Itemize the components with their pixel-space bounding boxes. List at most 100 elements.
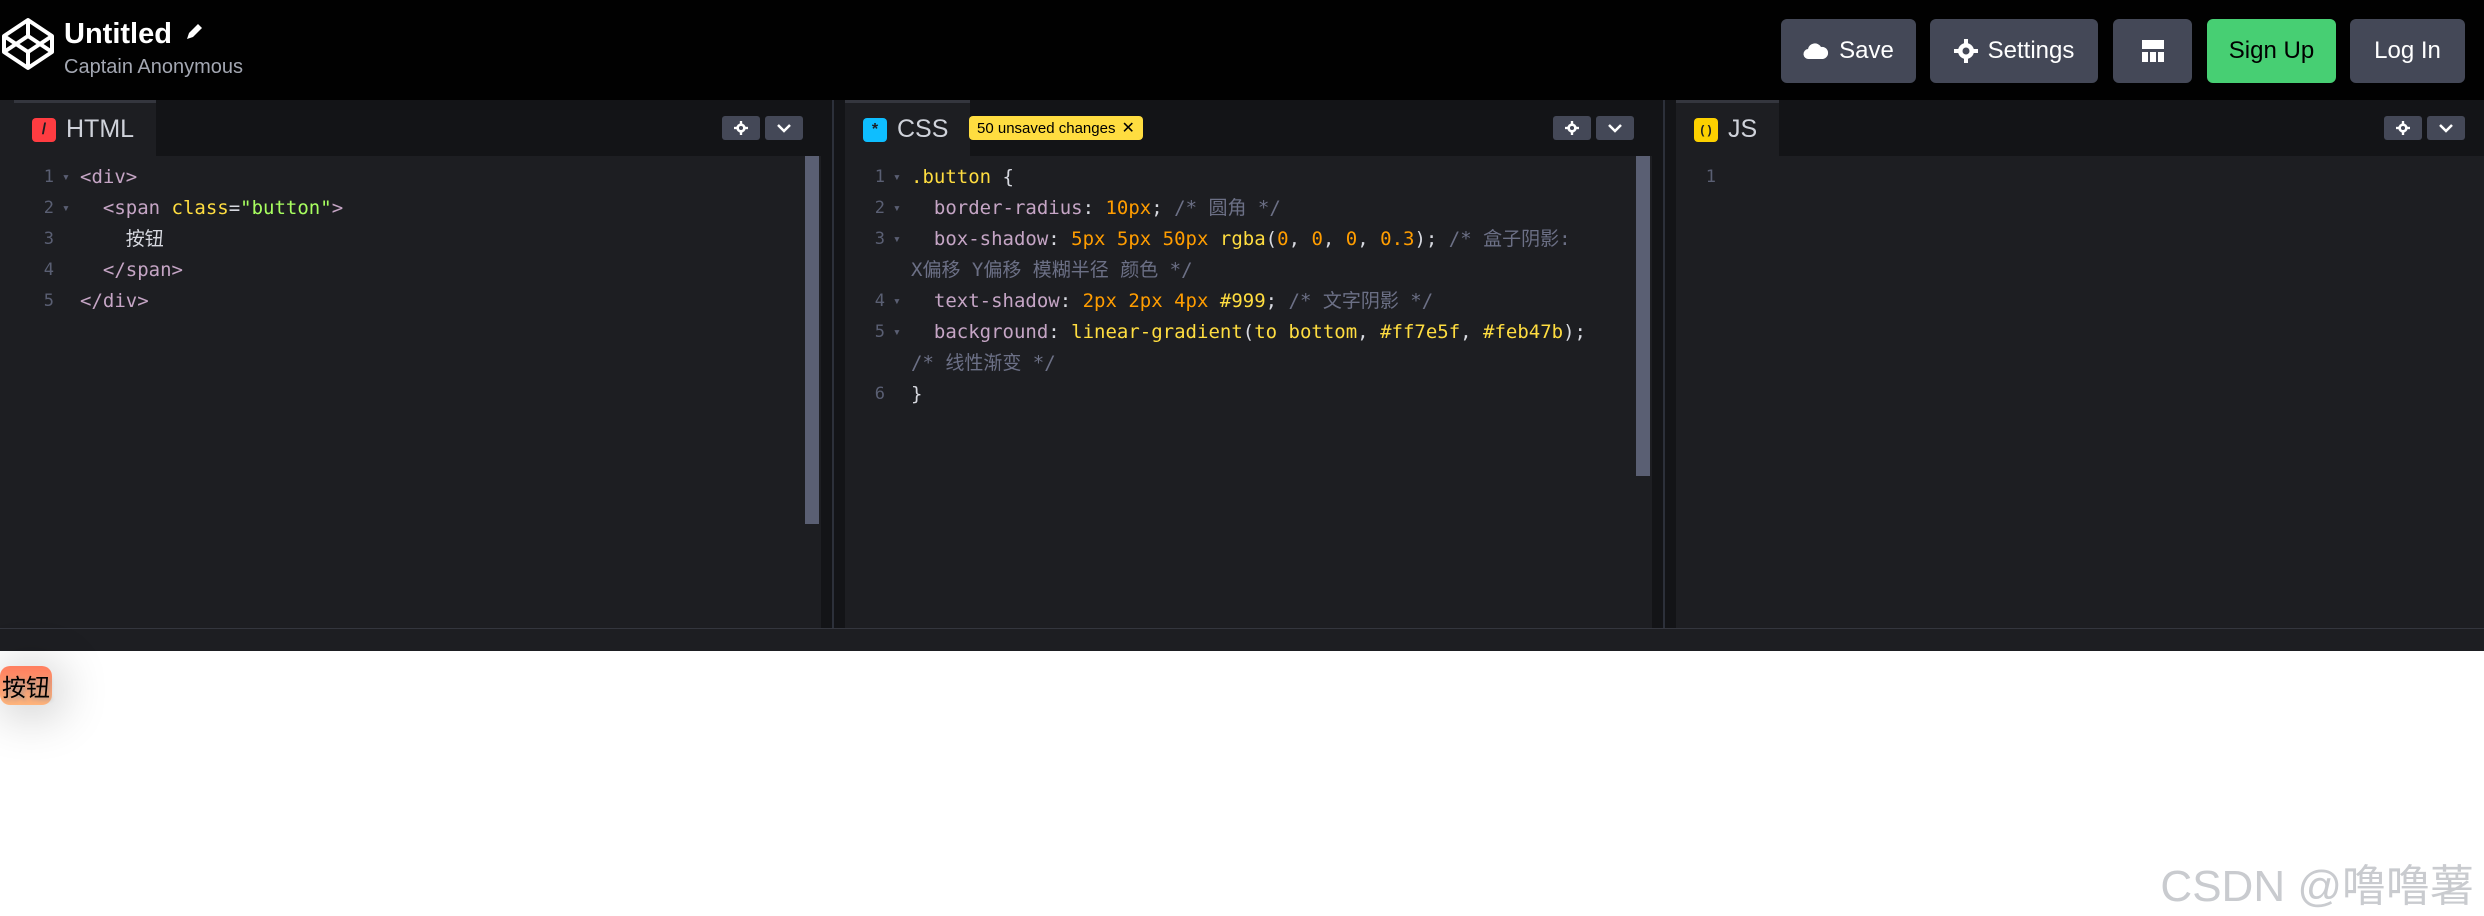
fold-arrow-icon[interactable]: ▾ bbox=[62, 162, 70, 193]
code-token: > bbox=[331, 197, 344, 219]
html-collapse-button[interactable] bbox=[765, 116, 803, 140]
js-tab[interactable]: ( ) JS bbox=[1676, 100, 1780, 156]
code-token: ; bbox=[1265, 290, 1289, 312]
js-settings-button[interactable] bbox=[2384, 116, 2422, 140]
unsaved-changes-label: 50 unsaved changes bbox=[977, 119, 1116, 137]
html-scrollbar[interactable] bbox=[805, 156, 819, 524]
code-token: </span> bbox=[80, 259, 183, 281]
code-token: 0.3 bbox=[1380, 228, 1415, 250]
editor-preview-resizer[interactable] bbox=[0, 628, 2484, 651]
layout-grid-icon bbox=[2141, 39, 2165, 63]
html-tab[interactable]: / HTML bbox=[14, 100, 157, 156]
code-token: ); bbox=[1414, 228, 1449, 250]
fold-arrow-icon[interactable]: ▾ bbox=[893, 317, 901, 348]
css-scrollbar[interactable] bbox=[1636, 156, 1650, 476]
gear-icon bbox=[734, 121, 748, 135]
code-line[interactable]: 2 ▾ <span class="button"> bbox=[14, 193, 794, 224]
codepen-logo-icon[interactable] bbox=[0, 16, 56, 72]
code-token: <span bbox=[80, 197, 172, 219]
code-line[interactable]: 1 ▾ <div> bbox=[14, 162, 794, 193]
code-text: <div> bbox=[80, 162, 137, 193]
js-collapse-button[interactable] bbox=[2427, 116, 2465, 140]
divider-line bbox=[1663, 100, 1665, 628]
settings-label: Settings bbox=[1987, 37, 2075, 64]
fold-arrow-icon[interactable]: ▾ bbox=[62, 193, 70, 224]
code-text: border-radius: 10px; /* 圆角 */ bbox=[911, 193, 1281, 224]
change-view-button[interactable] bbox=[2113, 19, 2192, 83]
fold-arrow-icon[interactable]: ▾ bbox=[893, 162, 901, 193]
unsaved-changes-badge[interactable]: 50 unsaved changes ✕ bbox=[969, 116, 1143, 140]
code-line[interactable]: 2 ▾ border-radius: 10px; /* 圆角 */ bbox=[845, 193, 1625, 224]
css-collapse-button[interactable] bbox=[1596, 116, 1634, 140]
gear-icon bbox=[2396, 121, 2410, 135]
log-in-button[interactable]: Log In bbox=[2350, 19, 2465, 83]
line-number: 4 bbox=[43, 260, 54, 280]
line-number: 2 bbox=[874, 198, 885, 218]
code-line[interactable]: 4 ▾ text-shadow: 2px 2px 4px #999; /* 文字阴… bbox=[845, 286, 1625, 317]
divider-line bbox=[832, 100, 834, 628]
settings-button[interactable]: Settings bbox=[1930, 19, 2098, 83]
save-button[interactable]: Save bbox=[1781, 19, 1916, 83]
code-line[interactable]: 6} bbox=[845, 379, 1625, 410]
line-number: 4 bbox=[874, 291, 885, 311]
code-text: 按钮 bbox=[80, 224, 164, 255]
code-text: .button { bbox=[911, 162, 1014, 193]
code-token: , bbox=[1288, 228, 1312, 250]
code-text: <span class="button"> bbox=[80, 193, 343, 224]
css-code-editor[interactable]: 1 ▾ .button { 2 ▾ border-radius: 10px; /* 圆角… bbox=[845, 156, 1652, 628]
panel-resize-handle[interactable] bbox=[821, 100, 845, 628]
html-settings-button[interactable] bbox=[722, 116, 760, 140]
css-settings-button[interactable] bbox=[1553, 116, 1591, 140]
code-line[interactable]: 3 ▾ box-shadow: 5px 5px 50px rgba(0, 0, 0… bbox=[845, 224, 1625, 255]
fold-arrow-icon[interactable]: ▾ bbox=[893, 224, 901, 255]
code-line[interactable]: 3 按钮 bbox=[14, 224, 794, 255]
js-icon: ( ) bbox=[1694, 117, 1718, 142]
code-token: text-shadow bbox=[911, 290, 1060, 312]
code-line[interactable]: 1 bbox=[1676, 162, 2456, 193]
css-tab-label: CSS bbox=[897, 115, 949, 143]
pen-author[interactable]: Captain Anonymous bbox=[64, 54, 243, 80]
code-line[interactable]: /* 线性渐变 */ bbox=[845, 348, 1625, 379]
code-token: : bbox=[1048, 321, 1072, 343]
pen-title-block: Untitled Captain Anonymous bbox=[64, 16, 243, 80]
code-text: } bbox=[911, 379, 922, 410]
html-code-editor[interactable]: 1 ▾ <div> 2 ▾ <span class="button"> 3 按钮 4 </s… bbox=[14, 156, 821, 628]
css-tab[interactable]: * CSS bbox=[845, 100, 971, 156]
pencil-edit-icon[interactable] bbox=[184, 22, 204, 42]
js-tab-label: JS bbox=[1728, 115, 1758, 143]
sign-up-button[interactable]: Sign Up bbox=[2207, 19, 2336, 83]
code-token: border-radius bbox=[911, 197, 1083, 219]
fold-arrow-icon[interactable]: ▾ bbox=[893, 193, 901, 224]
html-editor-panel: / HTML 1 ▾ <div> 2 ▾ <span class="button"> 3 … bbox=[14, 100, 821, 628]
js-tab-bar: ( ) JS bbox=[1676, 100, 2484, 156]
csdn-watermark: CSDN @噜噜薯 bbox=[2160, 862, 2474, 911]
line-number: 5 bbox=[874, 322, 885, 342]
code-token: #999 bbox=[1219, 290, 1266, 312]
line-number: 1 bbox=[874, 167, 885, 187]
code-line[interactable]: 4 </span> bbox=[14, 255, 794, 286]
code-token: : bbox=[1059, 290, 1083, 312]
editor-area: / HTML 1 ▾ <div> 2 ▾ <span class="button"> 3 … bbox=[0, 100, 2484, 651]
code-line[interactable]: 5 </div> bbox=[14, 286, 794, 317]
code-line[interactable]: 1 ▾ .button { bbox=[845, 162, 1625, 193]
code-text: </div> bbox=[80, 286, 149, 317]
preview-button[interactable]: 按钮 bbox=[0, 666, 52, 705]
line-number: 3 bbox=[874, 229, 885, 249]
code-token: , bbox=[1357, 228, 1381, 250]
fold-arrow-icon[interactable]: ▾ bbox=[893, 286, 901, 317]
code-token: to bottom bbox=[1254, 321, 1358, 343]
code-line[interactable]: 5 ▾ background: linear-gradient(to bottom… bbox=[845, 317, 1625, 348]
line-number: 6 bbox=[874, 384, 885, 404]
code-token: background bbox=[911, 321, 1049, 343]
code-token: #ff7e5f bbox=[1380, 321, 1461, 343]
js-code-editor[interactable]: 1 bbox=[1676, 156, 2484, 628]
code-token: /* 圆角 */ bbox=[1174, 197, 1281, 219]
close-icon[interactable]: ✕ bbox=[1121, 118, 1134, 138]
code-token: 按钮 bbox=[80, 228, 164, 250]
code-token: 10px bbox=[1105, 197, 1152, 219]
panel-resize-handle[interactable] bbox=[1652, 100, 1676, 628]
code-token: = bbox=[228, 197, 241, 219]
code-line[interactable]: X偏移 Y偏移 模糊半径 颜色 */ bbox=[845, 255, 1625, 286]
pen-title[interactable]: Untitled bbox=[64, 16, 172, 52]
code-token: box-shadow bbox=[911, 228, 1049, 250]
